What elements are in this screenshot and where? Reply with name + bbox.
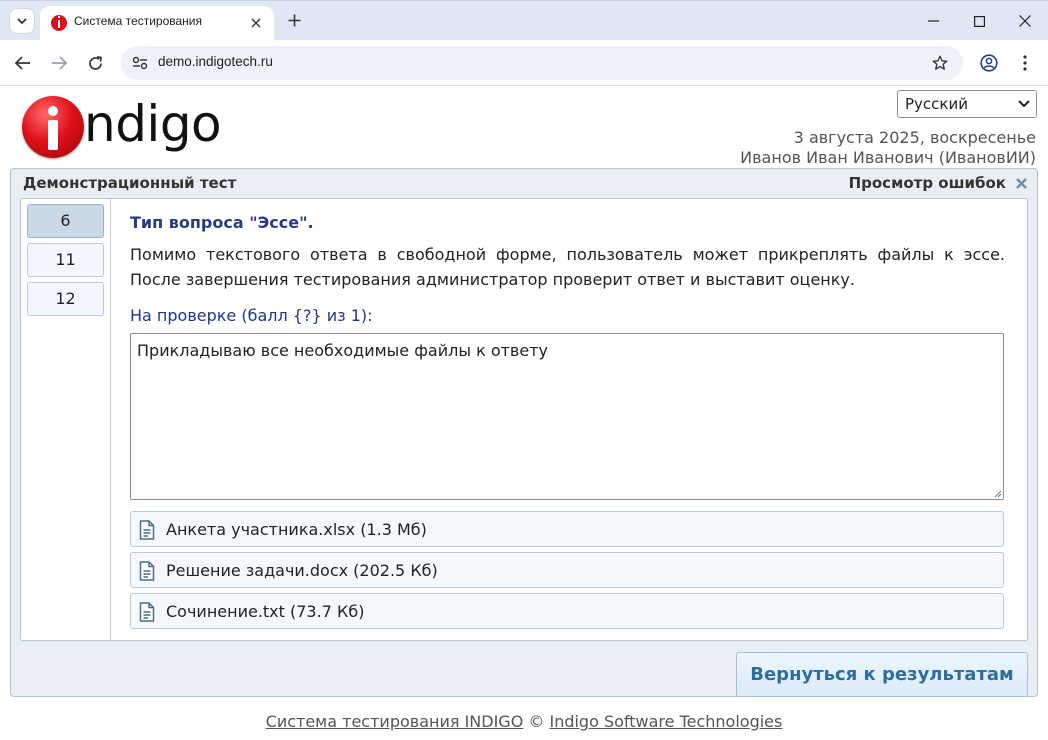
file-icon (139, 520, 155, 540)
attached-file[interactable]: Сочинение.txt (73.7 Кб) (130, 593, 1004, 629)
resize-grip-icon[interactable] (993, 489, 1002, 498)
reload-icon (88, 55, 102, 70)
review-mode-label: Просмотр ошибок (848, 174, 1006, 192)
profile-button[interactable] (977, 51, 1001, 75)
question-nav-item[interactable]: 11 (27, 243, 104, 277)
minimize-icon (927, 20, 939, 22)
chevron-down-icon (17, 17, 27, 24)
file-name[interactable]: Анкета участника.xlsx (1.3 Мб) (166, 520, 427, 539)
window-close-button[interactable] (1002, 1, 1048, 41)
question-nav: 6 11 12 (21, 199, 111, 640)
file-name[interactable]: Решение задачи.docx (202.5 Кб) (166, 561, 438, 580)
star-icon[interactable] (931, 54, 949, 72)
file-icon (139, 602, 155, 622)
language-select[interactable]: Русский (897, 90, 1037, 118)
browser-tab-bar: Система тестирования (0, 0, 1048, 41)
browser-tab[interactable]: Система тестирования (40, 6, 274, 41)
company-link[interactable]: Indigo Software Technologies (549, 712, 782, 731)
file-icon (139, 561, 155, 581)
back-to-results-button[interactable]: Вернуться к результатам (736, 652, 1028, 697)
panel-close-button[interactable] (1014, 176, 1028, 190)
test-panel: Демонстрационный тест Просмотр ошибок 6 … (10, 168, 1038, 697)
maximize-button[interactable] (956, 1, 1002, 41)
question-text: Помимо текстового ответа в свободной фор… (130, 245, 1005, 289)
system-link[interactable]: Система тестирования INDIGO (266, 712, 524, 731)
reload-button[interactable] (83, 51, 107, 75)
new-tab-button[interactable] (283, 9, 305, 31)
close-icon (1019, 15, 1031, 27)
address-bar[interactable]: demo.indigotech.ru (121, 46, 963, 80)
tab-title: Система тестирования (74, 14, 202, 28)
arrow-right-icon (52, 56, 67, 70)
test-title: Демонстрационный тест (23, 174, 237, 192)
question-type: Тип вопроса "Эссе". (130, 213, 314, 232)
footer: Система тестирования INDIGO © Indigo Sof… (0, 712, 1048, 731)
logo-i-icon (22, 96, 84, 158)
indigo-favicon-icon (51, 15, 67, 31)
answer-textarea[interactable]: Прикладываю все необходимые файлы к отве… (130, 333, 1004, 500)
language-selected: Русский (905, 95, 968, 113)
page: ndigo Русский 3 августа 2025, воскресень… (0, 87, 1048, 740)
tune-icon[interactable] (131, 54, 149, 72)
attached-file[interactable]: Решение задачи.docx (202.5 Кб) (130, 552, 1004, 588)
grading-status: На проверке (балл {?} из 1): (130, 306, 373, 325)
answer-text: Прикладываю все необходимые файлы к отве… (137, 341, 548, 360)
arrow-left-icon (15, 56, 30, 70)
url-text[interactable]: demo.indigotech.ru (158, 54, 273, 69)
logo-text: ndigo (84, 95, 222, 153)
minimize-button[interactable] (910, 1, 956, 41)
forward-nav-button[interactable] (47, 51, 71, 75)
back-nav-button[interactable] (11, 51, 35, 75)
question-nav-item[interactable]: 6 (27, 204, 104, 238)
user-name: Иванов Иван Иванович (ИвановИИ) (740, 148, 1036, 167)
plus-icon (288, 14, 300, 26)
tab-search-button[interactable] (9, 8, 35, 34)
question-area: Тип вопроса "Эссе". Помимо текстового от… (130, 199, 1010, 640)
maximize-icon (973, 15, 985, 27)
attached-file[interactable]: Анкета участника.xlsx (1.3 Мб) (130, 511, 1004, 547)
file-name[interactable]: Сочинение.txt (73.7 Кб) (166, 602, 364, 621)
current-date: 3 августа 2025, воскресенье (793, 128, 1036, 147)
chevron-down-icon (1018, 100, 1030, 108)
more-vertical-icon (1023, 55, 1027, 71)
browser-menu-button[interactable] (1013, 51, 1037, 75)
copyright-sign: © (528, 712, 545, 731)
question-content: 6 11 12 Тип вопроса "Эссе". Помимо текст… (20, 198, 1028, 641)
question-nav-item[interactable]: 12 (27, 282, 104, 316)
close-icon (1015, 177, 1027, 189)
indigo-logo: ndigo (22, 93, 247, 163)
browser-toolbar: demo.indigotech.ru (0, 40, 1048, 86)
tab-close-button[interactable] (246, 13, 266, 33)
account-icon (980, 54, 998, 72)
close-icon (251, 18, 261, 28)
